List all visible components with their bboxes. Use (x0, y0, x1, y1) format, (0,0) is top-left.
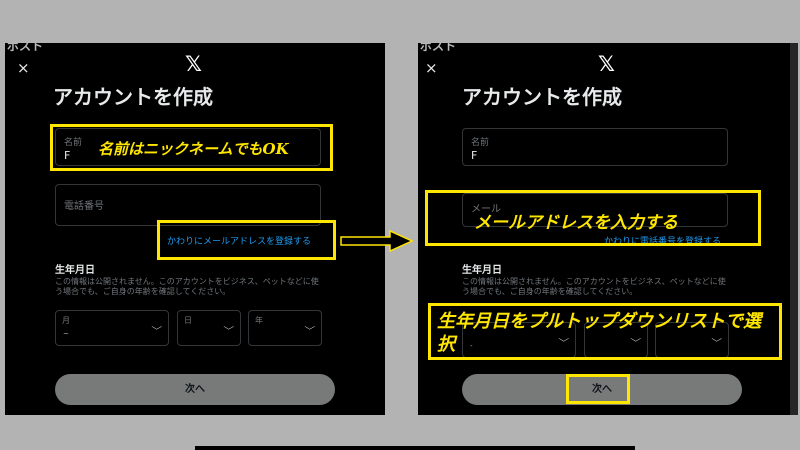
scrollbar[interactable] (790, 43, 798, 415)
close-icon[interactable]: × (17, 59, 30, 77)
day-select[interactable]: 日 ⌵ (177, 310, 241, 346)
name-field-label: 名前 (471, 138, 490, 148)
dob-title: 生年月日 (462, 265, 502, 276)
chevron-down-icon: ⌵ (223, 322, 234, 332)
name-annotation: 名前はニックネームでもOK (98, 140, 289, 158)
next-button-highlight-box (566, 374, 630, 404)
background-header-text: ポスト (7, 43, 44, 53)
dob-description: この情報は公開されません。このアカウントをビジネス、ペットなどに使う場合でも、ご… (462, 277, 726, 296)
page-title: アカウントを作成 (462, 85, 622, 109)
day-label: 日 (184, 316, 192, 325)
x-logo-icon: 𝕏 (185, 52, 202, 76)
right-arrow-icon (340, 230, 414, 252)
next-button[interactable]: 次へ (55, 374, 335, 405)
name-field[interactable]: 名前 F (462, 128, 728, 166)
name-field-value: F (471, 149, 478, 162)
dob-annotation: 生年月日をプルトップダウンリストで選択 (437, 311, 761, 355)
chevron-down-icon: ⌵ (304, 322, 315, 332)
x-logo-icon: 𝕏 (598, 52, 615, 76)
month-select[interactable]: 月 ~ ⌵ (55, 310, 169, 346)
dob-description: この情報は公開されません。このアカウントをビジネス、ペットなどに使う場合でも、ご… (55, 277, 319, 296)
month-value: ~ (63, 330, 69, 338)
year-select[interactable]: 年 ⌵ (248, 310, 322, 346)
bottom-bar (195, 446, 635, 450)
page-title: アカウントを作成 (53, 85, 213, 109)
month-label: 月 (62, 316, 70, 325)
chevron-down-icon: ⌵ (151, 322, 162, 332)
email-annotation: メールアドレスを入力する (474, 213, 678, 233)
dob-highlight-box: 生年月日をプルトップダウンリストで選択 (428, 303, 782, 360)
phone-field-label: 電話番号 (64, 201, 104, 212)
background-header-text: ポスト (420, 43, 457, 53)
year-label: 年 (255, 316, 263, 325)
email-link-highlight-box (157, 220, 336, 260)
close-icon[interactable]: × (425, 59, 438, 77)
dob-title: 生年月日 (55, 265, 95, 276)
